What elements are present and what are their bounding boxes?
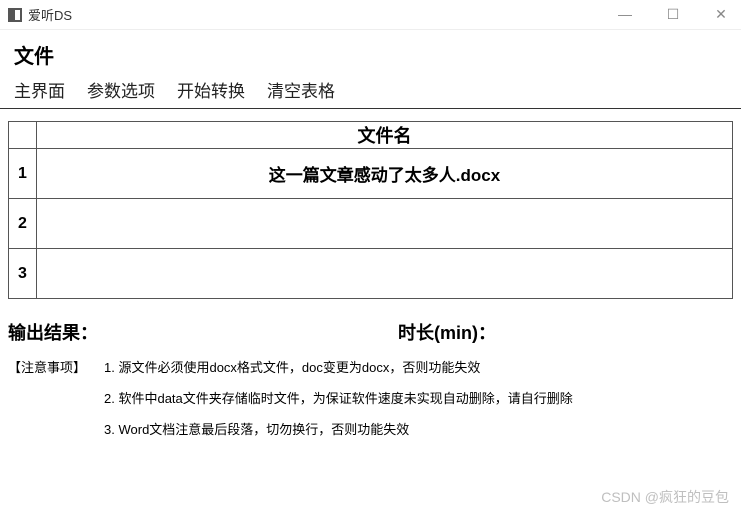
file-table-wrap: 文件名 1 这一篇文章感动了太多人.docx 2 3 — [0, 121, 741, 299]
window-title: 爱听DS — [28, 5, 613, 24]
app-icon — [8, 8, 22, 22]
note-item: 3. Word文档注意最后段落，切勿换行，否则功能失效 — [104, 419, 573, 438]
table-header-row: 文件名 — [9, 122, 733, 149]
row-number: 1 — [9, 149, 37, 199]
output-result-label: 输出结果： — [8, 319, 98, 345]
filename-cell[interactable] — [37, 199, 733, 249]
table-row[interactable]: 2 — [9, 199, 733, 249]
row-number: 3 — [9, 249, 37, 299]
note-item: 2. 软件中data文件夹存储临时文件，为保证软件速度未实现自动删除，请自行删除 — [104, 388, 573, 407]
filename-cell[interactable] — [37, 249, 733, 299]
divider — [0, 108, 741, 109]
minimize-button[interactable]: — — [613, 6, 637, 23]
notes-list: 1. 源文件必须使用docx格式文件，doc变更为docx，否则功能失效 2. … — [104, 357, 573, 438]
note-item: 1. 源文件必须使用docx格式文件，doc变更为docx，否则功能失效 — [104, 357, 573, 376]
menu-clear[interactable]: 清空表格 — [267, 77, 335, 102]
titlebar: 爱听DS — ☐ ✕ — [0, 0, 741, 30]
menu-start[interactable]: 开始转换 — [177, 77, 245, 102]
filename-cell[interactable]: 这一篇文章感动了太多人.docx — [37, 149, 733, 199]
row-number: 2 — [9, 199, 37, 249]
column-header-filename: 文件名 — [37, 122, 733, 149]
table-row[interactable]: 3 — [9, 249, 733, 299]
file-table: 文件名 1 这一篇文章感动了太多人.docx 2 3 — [8, 121, 733, 299]
close-button[interactable]: ✕ — [709, 6, 733, 23]
menu-bar: 主界面 参数选项 开始转换 清空表格 — [0, 77, 741, 108]
table-row[interactable]: 1 这一篇文章感动了太多人.docx — [9, 149, 733, 199]
section-title: 文件 — [0, 30, 741, 77]
notes-section: 【注意事项】 1. 源文件必须使用docx格式文件，doc变更为docx，否则功… — [0, 351, 741, 438]
notes-label: 【注意事项】 — [8, 357, 86, 438]
window-controls: — ☐ ✕ — [613, 6, 733, 23]
maximize-button[interactable]: ☐ — [661, 6, 685, 23]
output-duration-label: 时长(min)： — [398, 319, 496, 345]
menu-main[interactable]: 主界面 — [14, 77, 65, 102]
watermark: CSDN @疯狂的豆包 — [601, 487, 729, 507]
menu-options[interactable]: 参数选项 — [87, 77, 155, 102]
table-corner — [9, 122, 37, 149]
output-row: 输出结果： 时长(min)： — [0, 299, 741, 351]
